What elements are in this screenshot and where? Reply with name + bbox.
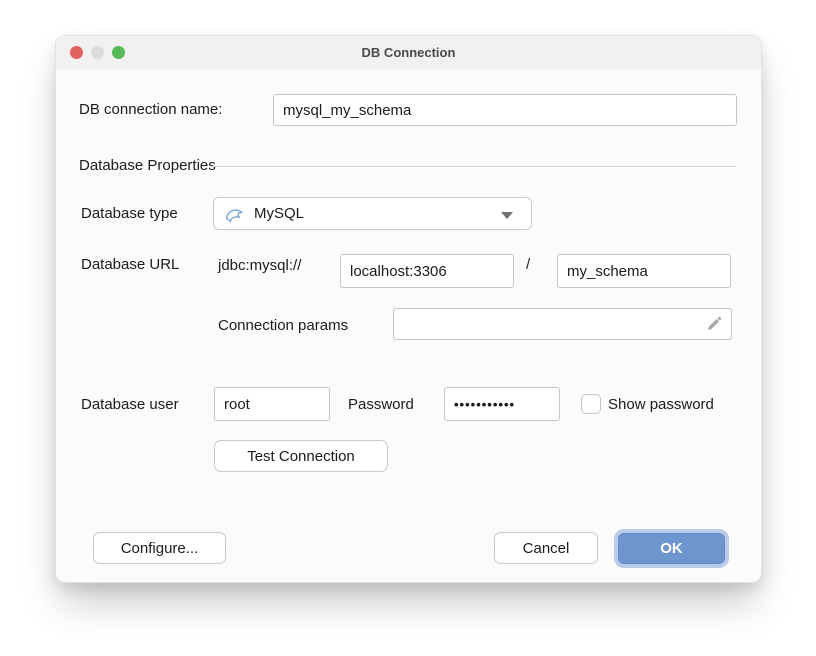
database-user-label: Database user	[81, 396, 179, 413]
mysql-dolphin-icon	[224, 205, 246, 223]
connection-params-label: Connection params	[218, 317, 348, 334]
database-user-input[interactable]	[214, 387, 330, 421]
pencil-edit-icon[interactable]	[704, 314, 724, 334]
connection-name-label: DB connection name:	[79, 101, 222, 118]
database-url-label: Database URL	[81, 256, 179, 273]
db-connection-dialog: DB Connection DB connection name: Databa…	[55, 35, 762, 583]
chevron-down-icon	[501, 212, 513, 219]
password-label: Password	[348, 396, 414, 413]
title-bar: DB Connection	[56, 36, 761, 69]
url-separator-text: /	[526, 256, 530, 273]
password-input[interactable]	[444, 387, 560, 421]
section-title: Database Properties	[79, 157, 216, 174]
database-type-value: MySQL	[254, 205, 304, 222]
database-type-label: Database type	[81, 205, 178, 222]
window-title: DB Connection	[56, 36, 761, 69]
jdbc-prefix-text: jdbc:mysql://	[218, 257, 301, 274]
connection-name-input[interactable]	[273, 94, 737, 126]
host-port-input[interactable]	[340, 254, 514, 288]
cancel-button[interactable]: Cancel	[494, 532, 598, 564]
configure-button[interactable]: Configure...	[93, 532, 226, 564]
database-type-dropdown[interactable]: MySQL	[213, 197, 532, 230]
show-password-label: Show password	[608, 396, 714, 413]
connection-params-input[interactable]	[393, 308, 732, 340]
show-password-checkbox[interactable]	[581, 394, 601, 414]
schema-input[interactable]	[557, 254, 731, 288]
test-connection-button[interactable]: Test Connection	[214, 440, 388, 472]
section-divider	[211, 166, 736, 167]
ok-button[interactable]: OK	[618, 533, 725, 564]
